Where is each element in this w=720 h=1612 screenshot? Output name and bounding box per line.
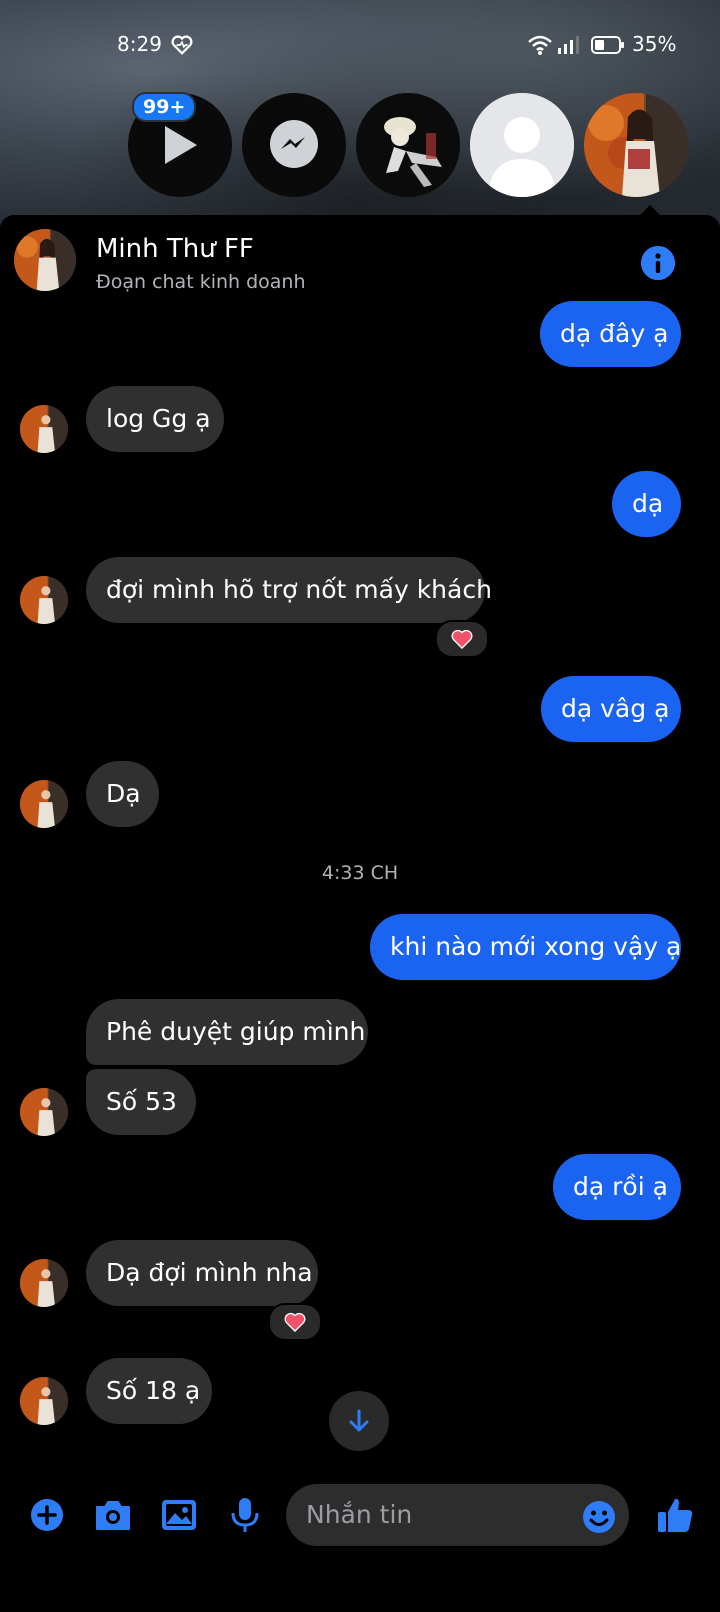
emoji-icon — [583, 1501, 615, 1533]
avatar-image — [20, 780, 68, 828]
unread-badge: 99+ — [132, 92, 197, 122]
incoming-message[interactable]: Số 18 ạ — [86, 1358, 212, 1424]
outgoing-message[interactable]: dạ đây ạ — [540, 301, 681, 367]
sender-avatar — [20, 780, 68, 828]
sender-avatar — [20, 576, 68, 624]
outgoing-message[interactable]: dạ rồi ạ — [553, 1154, 681, 1220]
chat-heads — [0, 93, 720, 203]
info-icon — [641, 246, 675, 280]
outgoing-message[interactable]: khi nào mới xong vậy ạ — [370, 914, 681, 980]
outgoing-message[interactable]: dạ — [612, 471, 681, 537]
reaction-badge[interactable] — [435, 620, 489, 658]
play-icon — [165, 126, 197, 164]
camera-button[interactable] — [93, 1495, 133, 1535]
heart-reaction-icon — [451, 629, 473, 649]
message-input[interactable]: Nhắn tin — [286, 1484, 629, 1546]
avatar-image — [20, 576, 68, 624]
contact-name[interactable]: Minh Thư FF — [96, 234, 254, 264]
heart-reaction-icon — [284, 1312, 306, 1332]
chat-head-minh-thu[interactable] — [584, 93, 688, 197]
active-head-pointer — [640, 205, 660, 215]
chat-head-messenger[interactable] — [242, 93, 346, 197]
emoji-button[interactable] — [582, 1500, 616, 1534]
outgoing-message[interactable]: dạ vâg ạ — [541, 676, 681, 742]
avatar-image — [584, 93, 688, 197]
gallery-button[interactable] — [159, 1495, 199, 1535]
avatar-image — [20, 1088, 68, 1136]
battery-icon — [591, 36, 624, 54]
status-bar: 8:29 35% — [0, 30, 720, 64]
incoming-message[interactable]: log Gg ạ — [86, 386, 224, 452]
default-avatar-icon — [470, 93, 574, 197]
incoming-message[interactable]: Số 53 — [86, 1069, 196, 1135]
chat-type-label: Đoạn chat kinh doanh — [96, 271, 306, 293]
chat-head-default-user[interactable] — [470, 93, 574, 197]
sender-avatar — [20, 1259, 68, 1307]
microphone-icon — [231, 1498, 259, 1532]
incoming-message[interactable]: Phê duyệt giúp mình — [86, 999, 368, 1065]
sender-avatar — [20, 405, 68, 453]
more-actions-button[interactable] — [27, 1495, 67, 1535]
sender-avatar — [20, 1377, 68, 1425]
incoming-message[interactable]: Dạ đợi mình nha — [86, 1240, 318, 1306]
message-timestamp: 4:33 CH — [321, 862, 399, 884]
signal-icon — [558, 36, 579, 54]
avatar-image — [20, 405, 68, 453]
like-button[interactable] — [655, 1495, 695, 1535]
incoming-message[interactable]: Dạ — [86, 761, 159, 827]
status-time: 8:29 — [117, 32, 162, 56]
wifi-icon — [528, 35, 552, 55]
reaction-badge[interactable] — [268, 1303, 322, 1341]
avatar-image — [14, 229, 76, 291]
chat-head-anime[interactable] — [356, 93, 460, 197]
camera-icon — [96, 1501, 130, 1530]
anime-avatar-image — [356, 93, 460, 197]
plus-icon — [31, 1499, 63, 1531]
battery-percent: 35% — [632, 32, 677, 56]
voice-button[interactable] — [225, 1495, 265, 1535]
image-icon — [162, 1500, 196, 1530]
incoming-message[interactable]: đợi mình hõ trợ nốt mấy khách — [86, 557, 492, 623]
sender-avatar — [20, 1088, 68, 1136]
thumbs-up-icon — [658, 1498, 693, 1532]
arrow-down-icon — [349, 1409, 369, 1432]
scroll-to-bottom-button[interactable] — [329, 1391, 389, 1451]
messenger-icon — [270, 120, 318, 168]
info-button[interactable] — [641, 246, 675, 280]
avatar-image — [20, 1259, 68, 1307]
header-avatar[interactable] — [14, 229, 76, 291]
avatar-image — [20, 1377, 68, 1425]
health-heart-icon — [171, 35, 193, 55]
